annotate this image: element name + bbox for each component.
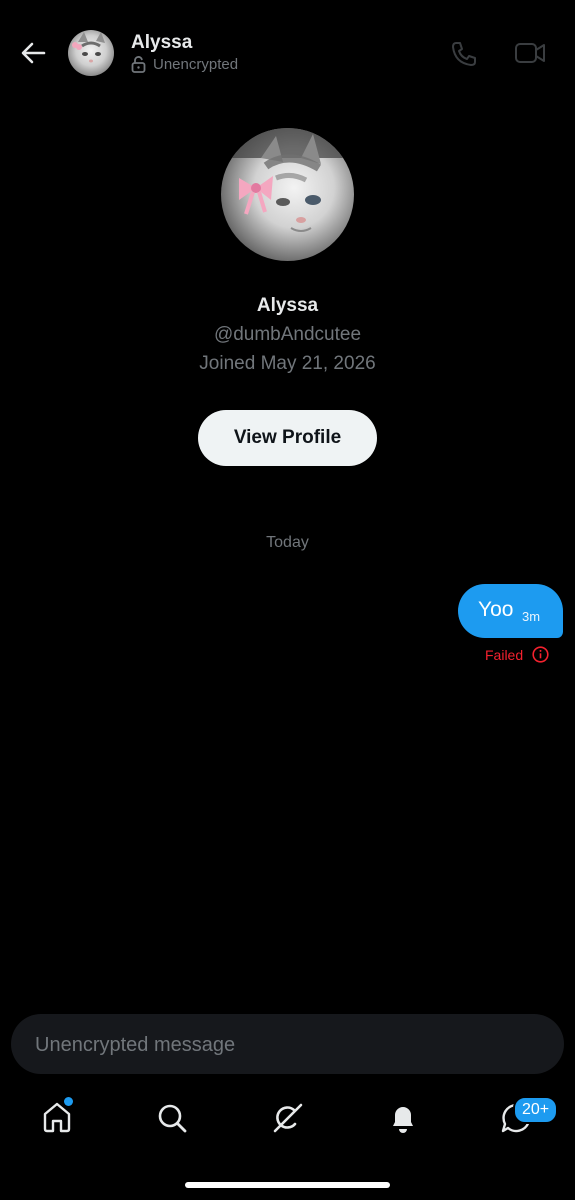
home-indicator[interactable] [185,1182,390,1188]
messages-badge: 20+ [513,1096,559,1124]
video-camera-icon[interactable] [514,40,546,66]
profile-avatar[interactable] [221,128,354,261]
bell-icon[interactable] [386,1101,420,1135]
profile-joined-date: Joined May 21, 2026 [199,353,376,374]
view-profile-button[interactable]: View Profile [198,410,377,466]
back-arrow-icon[interactable] [18,38,48,68]
message-bubble[interactable]: Yoo 3m [458,584,563,638]
profile-name: Alyssa [256,295,319,316]
message-failed-status[interactable]: Failed [485,646,549,663]
unlocked-padlock-icon [131,56,146,73]
info-icon[interactable] [532,646,549,663]
encryption-status-label: Unencrypted [153,56,239,73]
profile-handle: @dumbAndcutee [213,324,362,345]
header-name[interactable]: Alyssa [131,32,192,54]
message-text: Yoo [478,598,514,621]
message-input[interactable] [33,1014,537,1076]
failed-label: Failed [485,646,524,663]
date-divider: Today [266,534,309,551]
header-avatar[interactable] [68,30,114,76]
search-icon[interactable] [155,1101,189,1135]
grok-icon[interactable] [270,1101,304,1135]
message-composer [11,1014,564,1076]
encryption-status: Unencrypted [131,56,238,73]
message-time: 3m [522,609,541,624]
home-notification-dot [64,1097,73,1106]
phone-icon[interactable] [450,40,478,68]
